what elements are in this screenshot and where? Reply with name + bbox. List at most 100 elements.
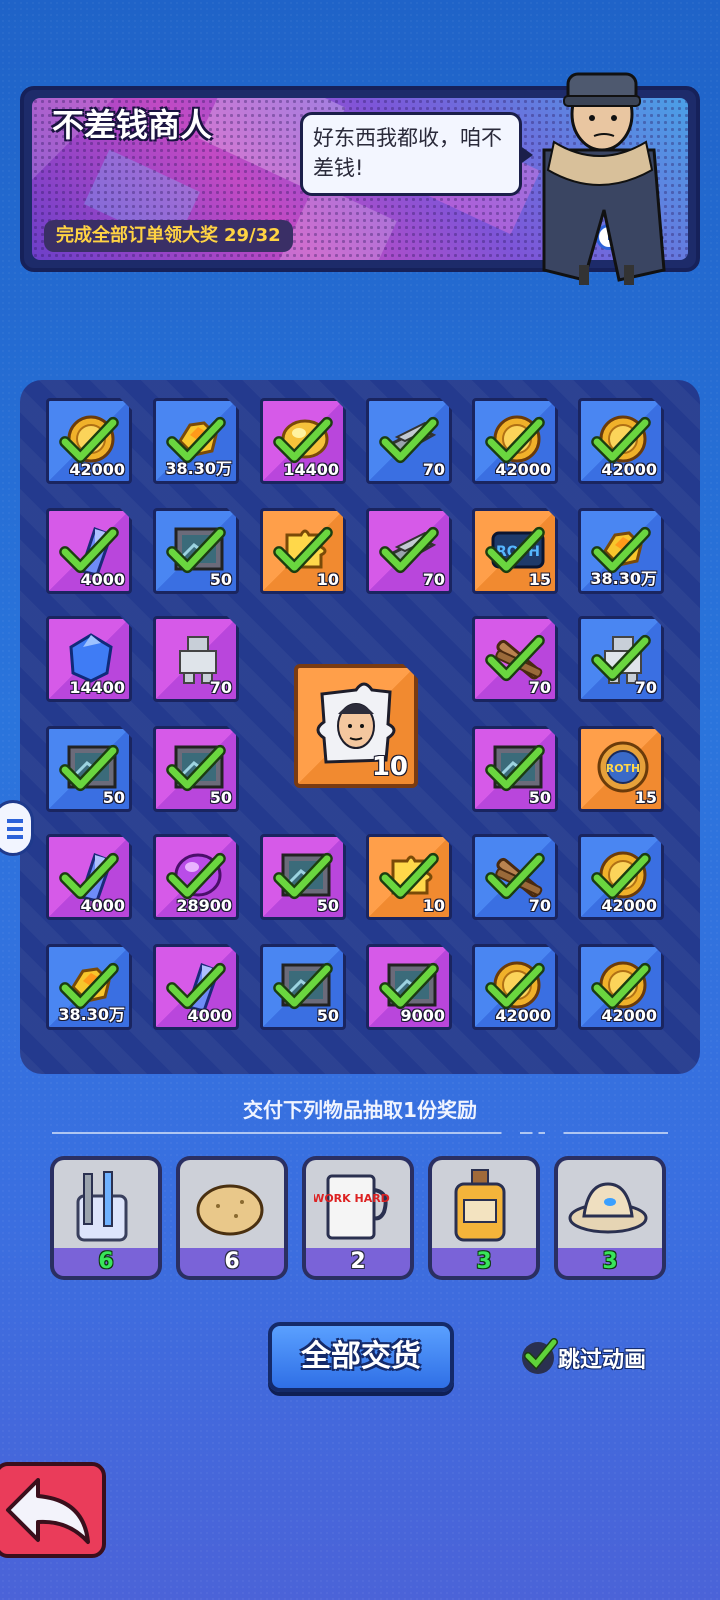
order-slot[interactable]: 28900 [153, 834, 239, 920]
order-slot[interactable]: 42000 [578, 944, 664, 1030]
roth-coin-icon: ROTH [597, 741, 649, 793]
checkmark-icon [485, 634, 545, 682]
checkmark-icon [166, 962, 226, 1010]
slot-count: 14400 [69, 678, 125, 697]
slot-count: 70 [634, 678, 657, 697]
order-slot[interactable]: 42000 [46, 398, 132, 484]
required-item[interactable]: 6 [176, 1156, 288, 1280]
back-button[interactable] [0, 1462, 106, 1558]
order-slot[interactable]: 50 [472, 726, 558, 812]
required-count: 3 [558, 1248, 662, 1276]
order-slot[interactable]: 70 [366, 398, 452, 484]
slot-count: 14400 [283, 460, 339, 479]
checkmark-icon [379, 852, 439, 900]
order-slot[interactable]: 4000 [46, 834, 132, 920]
slot-count: 38.30万 [58, 1005, 125, 1024]
order-slot[interactable]: 70 [366, 508, 452, 594]
slot-count: 38.30万 [590, 569, 657, 588]
checkmark-icon [485, 416, 545, 464]
checkmark-icon [59, 744, 119, 792]
checkmark-icon [379, 526, 439, 574]
slot-count: 10 [422, 896, 445, 915]
slot-count: 42000 [495, 460, 551, 479]
order-slot[interactable]: 10 [366, 834, 452, 920]
menu-lines-icon [7, 819, 23, 839]
skip-animation-toggle[interactable]: 跳过动画 [522, 1338, 647, 1374]
order-slot[interactable]: 14400 [260, 398, 346, 484]
checkmark-icon [485, 852, 545, 900]
skip-animation-label: 跳过动画 [558, 1348, 647, 1373]
order-slot[interactable]: 38.30万 [578, 508, 664, 594]
order-progress-label: 完成全部订单领大奖 [56, 225, 218, 246]
checkmark-icon [591, 962, 651, 1010]
deliver-title: 交付下列物品抽取1份奖励 [243, 1098, 477, 1122]
order-slot[interactable]: ROTH 15 [472, 508, 558, 594]
speech-bubble: 好东西我都收，咱不差钱! [300, 112, 533, 196]
slot-count: 70 [422, 460, 445, 479]
order-slot[interactable]: 42000 [578, 398, 664, 484]
order-slot[interactable]: 4000 [153, 944, 239, 1030]
slot-count: 38.30万 [165, 459, 232, 478]
checkmark-icon [485, 962, 545, 1010]
required-item[interactable]: WORK HARD 2 [302, 1156, 414, 1280]
order-slot[interactable]: 14400 [46, 616, 132, 702]
order-slot[interactable]: 38.30万 [153, 398, 239, 484]
back-arrow-icon [6, 1478, 90, 1544]
order-slot[interactable]: 50 [153, 508, 239, 594]
order-slot[interactable]: 4000 [46, 508, 132, 594]
order-slot[interactable]: 9000 [366, 944, 452, 1030]
slot-count: 15 [528, 570, 551, 589]
required-item[interactable]: 3 [554, 1156, 666, 1280]
slot-count: 42000 [601, 1006, 657, 1025]
order-slot[interactable]: 42000 [472, 398, 558, 484]
order-slot[interactable]: 42000 [472, 944, 558, 1030]
skip-animation-checkbox[interactable] [522, 1338, 558, 1374]
order-slot[interactable]: 70 [472, 616, 558, 702]
checkmark-icon [524, 1338, 558, 1370]
slot-count: 10 [316, 570, 339, 589]
order-slot[interactable]: 10 [260, 508, 346, 594]
slot-count: 4000 [80, 570, 125, 589]
slot-count: 50 [209, 570, 232, 589]
slot-count: 70 [528, 896, 551, 915]
deliver-all-button[interactable]: 全部交货 [268, 1322, 454, 1392]
order-slot[interactable]: 50 [46, 726, 132, 812]
order-slot[interactable]: 70 [578, 616, 664, 702]
required-item[interactable]: 3 [428, 1156, 540, 1280]
featured-order-slot[interactable]: 10 [294, 664, 418, 788]
potato-icon [196, 1184, 264, 1236]
slot-count: 42000 [69, 460, 125, 479]
hat-icon [568, 1182, 648, 1234]
svg-text:ROTH: ROTH [606, 762, 641, 775]
slot-count: 4000 [80, 896, 125, 915]
armor-icon [179, 636, 217, 684]
slot-count: 70 [422, 570, 445, 589]
order-slot[interactable]: 50 [153, 726, 239, 812]
featured-count: 10 [371, 752, 408, 782]
slot-count: 50 [316, 896, 339, 915]
order-slot[interactable]: 38.30万 [46, 944, 132, 1030]
side-drawer-tab[interactable] [0, 800, 34, 856]
mug-text-top: WORK HARD [314, 1192, 390, 1205]
checkmark-icon [379, 962, 439, 1010]
slot-count: 50 [316, 1006, 339, 1025]
toothbrush-cup-icon [76, 1171, 128, 1242]
checkmark-icon [591, 416, 651, 464]
slot-count: 70 [209, 678, 232, 697]
checkmark-icon [379, 416, 439, 464]
slot-count: 50 [209, 788, 232, 807]
required-count: 3 [432, 1248, 536, 1276]
order-progress: 完成全部订单领大奖 29/32 [44, 220, 293, 252]
checkmark-icon [59, 526, 119, 574]
checkmark-icon [485, 744, 545, 792]
required-item[interactable]: 6 [50, 1156, 162, 1280]
order-slot[interactable]: 70 [472, 834, 558, 920]
checkmark-icon [273, 416, 333, 464]
order-slot[interactable]: ROTH 15 [578, 726, 664, 812]
order-slot[interactable]: 50 [260, 944, 346, 1030]
order-slot[interactable]: 50 [260, 834, 346, 920]
checkmark-icon [273, 526, 333, 574]
order-slot[interactable]: 70 [153, 616, 239, 702]
slot-count: 15 [634, 788, 657, 807]
order-slot[interactable]: 42000 [578, 834, 664, 920]
